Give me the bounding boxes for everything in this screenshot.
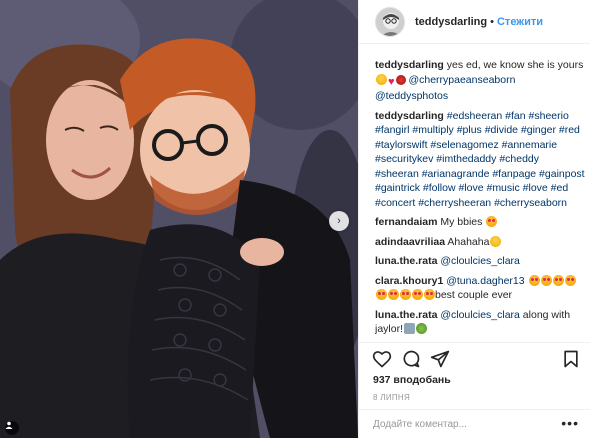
comments-list: teddysdarling yes ed, we know she is you… xyxy=(375,58,585,342)
comment-item: adindaavriliaa Ahahaha xyxy=(375,235,585,250)
comment-text: Ahahaha xyxy=(445,235,490,248)
comment-text: yes ed, we know she is yours xyxy=(443,59,584,71)
grin-emoji-icon xyxy=(490,235,502,247)
comment-item: luna.the.rata @cloulcies_clara xyxy=(375,254,585,269)
comment-text: best couple ever xyxy=(435,289,513,301)
header-separator: • xyxy=(490,15,494,28)
hearteyes-emoji-icon xyxy=(424,289,435,300)
avatar[interactable] xyxy=(375,6,405,37)
comment-username[interactable]: luna.the.rata xyxy=(375,309,437,321)
comment-item: luna.the.rata @cloulcies_clara along wit… xyxy=(375,308,585,337)
paper-plane-icon[interactable] xyxy=(430,349,450,369)
comment-item: teddysdarling #edsheeran #fan #sheerio #… xyxy=(375,109,585,211)
add-comment-bar: ••• xyxy=(359,409,590,438)
hearteyes-emoji-icon xyxy=(388,289,399,300)
follow-button[interactable]: Стежити xyxy=(497,16,543,28)
avatar-image xyxy=(376,7,404,36)
cam-emoji-icon xyxy=(404,323,416,334)
comment-mention-link[interactable]: @cherrypaeanseaborn xyxy=(406,74,515,86)
hearteyes-emoji-icon xyxy=(528,274,540,286)
grin-emoji-icon xyxy=(376,73,387,85)
comment-username[interactable]: teddysdarling xyxy=(375,59,444,71)
comment-mention-link[interactable]: #edsheeran #fan #sheerio #fangirl #multi… xyxy=(375,110,585,209)
heart-outline-icon[interactable] xyxy=(372,349,392,369)
likes-count[interactable]: 937 вподобань xyxy=(373,374,451,386)
comment-item: clara.khoury1 @tuna.dagher13 best couple… xyxy=(375,274,585,303)
comment-item: teddysdarling yes ed, we know she is you… xyxy=(375,58,585,104)
hearteyes-emoji-icon xyxy=(486,216,498,227)
chevron-right-icon: › xyxy=(337,214,341,227)
post-header: teddysdarling • Стежити xyxy=(359,0,590,44)
heart-emoji-icon: ♥ xyxy=(388,75,395,88)
add-comment-input[interactable] xyxy=(359,410,549,438)
comment-bubble-icon[interactable] xyxy=(401,349,421,369)
action-bar xyxy=(359,342,590,372)
hearteyes-emoji-icon xyxy=(540,274,552,286)
comment-username[interactable]: clara.khoury1 xyxy=(375,275,443,287)
comment-mention-link[interactable]: @cloulcies_clara xyxy=(437,255,520,267)
post-date[interactable]: 8 ЛИПНЯ xyxy=(373,393,410,402)
comment-mention-link[interactable]: @tuna.dagher13 xyxy=(443,275,527,287)
hearteyes-emoji-icon xyxy=(376,289,387,300)
comment-username[interactable]: fernandaiam xyxy=(375,216,437,228)
hearteyes-emoji-icon xyxy=(412,289,423,300)
comment-mention-link[interactable]: @teddysphotos xyxy=(375,90,448,102)
hearteyes-emoji-icon xyxy=(552,274,564,286)
bookmark-icon[interactable] xyxy=(561,349,581,369)
post-photo[interactable]: › xyxy=(0,0,358,438)
post-side-panel: teddysdarling • Стежити teddysdarling ye… xyxy=(358,0,590,438)
photo-illustration xyxy=(0,0,358,438)
comment-mention-link[interactable]: @cloulcies_clara xyxy=(437,309,520,321)
more-options-icon[interactable]: ••• xyxy=(561,416,579,430)
comment-username[interactable]: adindaavriliaa xyxy=(375,236,445,248)
comment-item: fernandaiam My bbies xyxy=(375,215,585,230)
next-photo-button[interactable]: › xyxy=(329,211,349,231)
comment-text: My bbies xyxy=(437,216,486,228)
header-username[interactable]: teddysdarling xyxy=(415,16,487,28)
person-tag-icon[interactable] xyxy=(5,421,19,435)
comment-username[interactable]: teddysdarling xyxy=(375,110,444,122)
hearteyes-emoji-icon xyxy=(564,274,576,286)
comment-username[interactable]: luna.the.rata xyxy=(375,255,437,267)
hearteyes-emoji-icon xyxy=(400,289,411,300)
cherry-emoji-icon xyxy=(395,74,406,85)
person-icon xyxy=(5,421,13,429)
frog-emoji-icon xyxy=(416,323,428,334)
